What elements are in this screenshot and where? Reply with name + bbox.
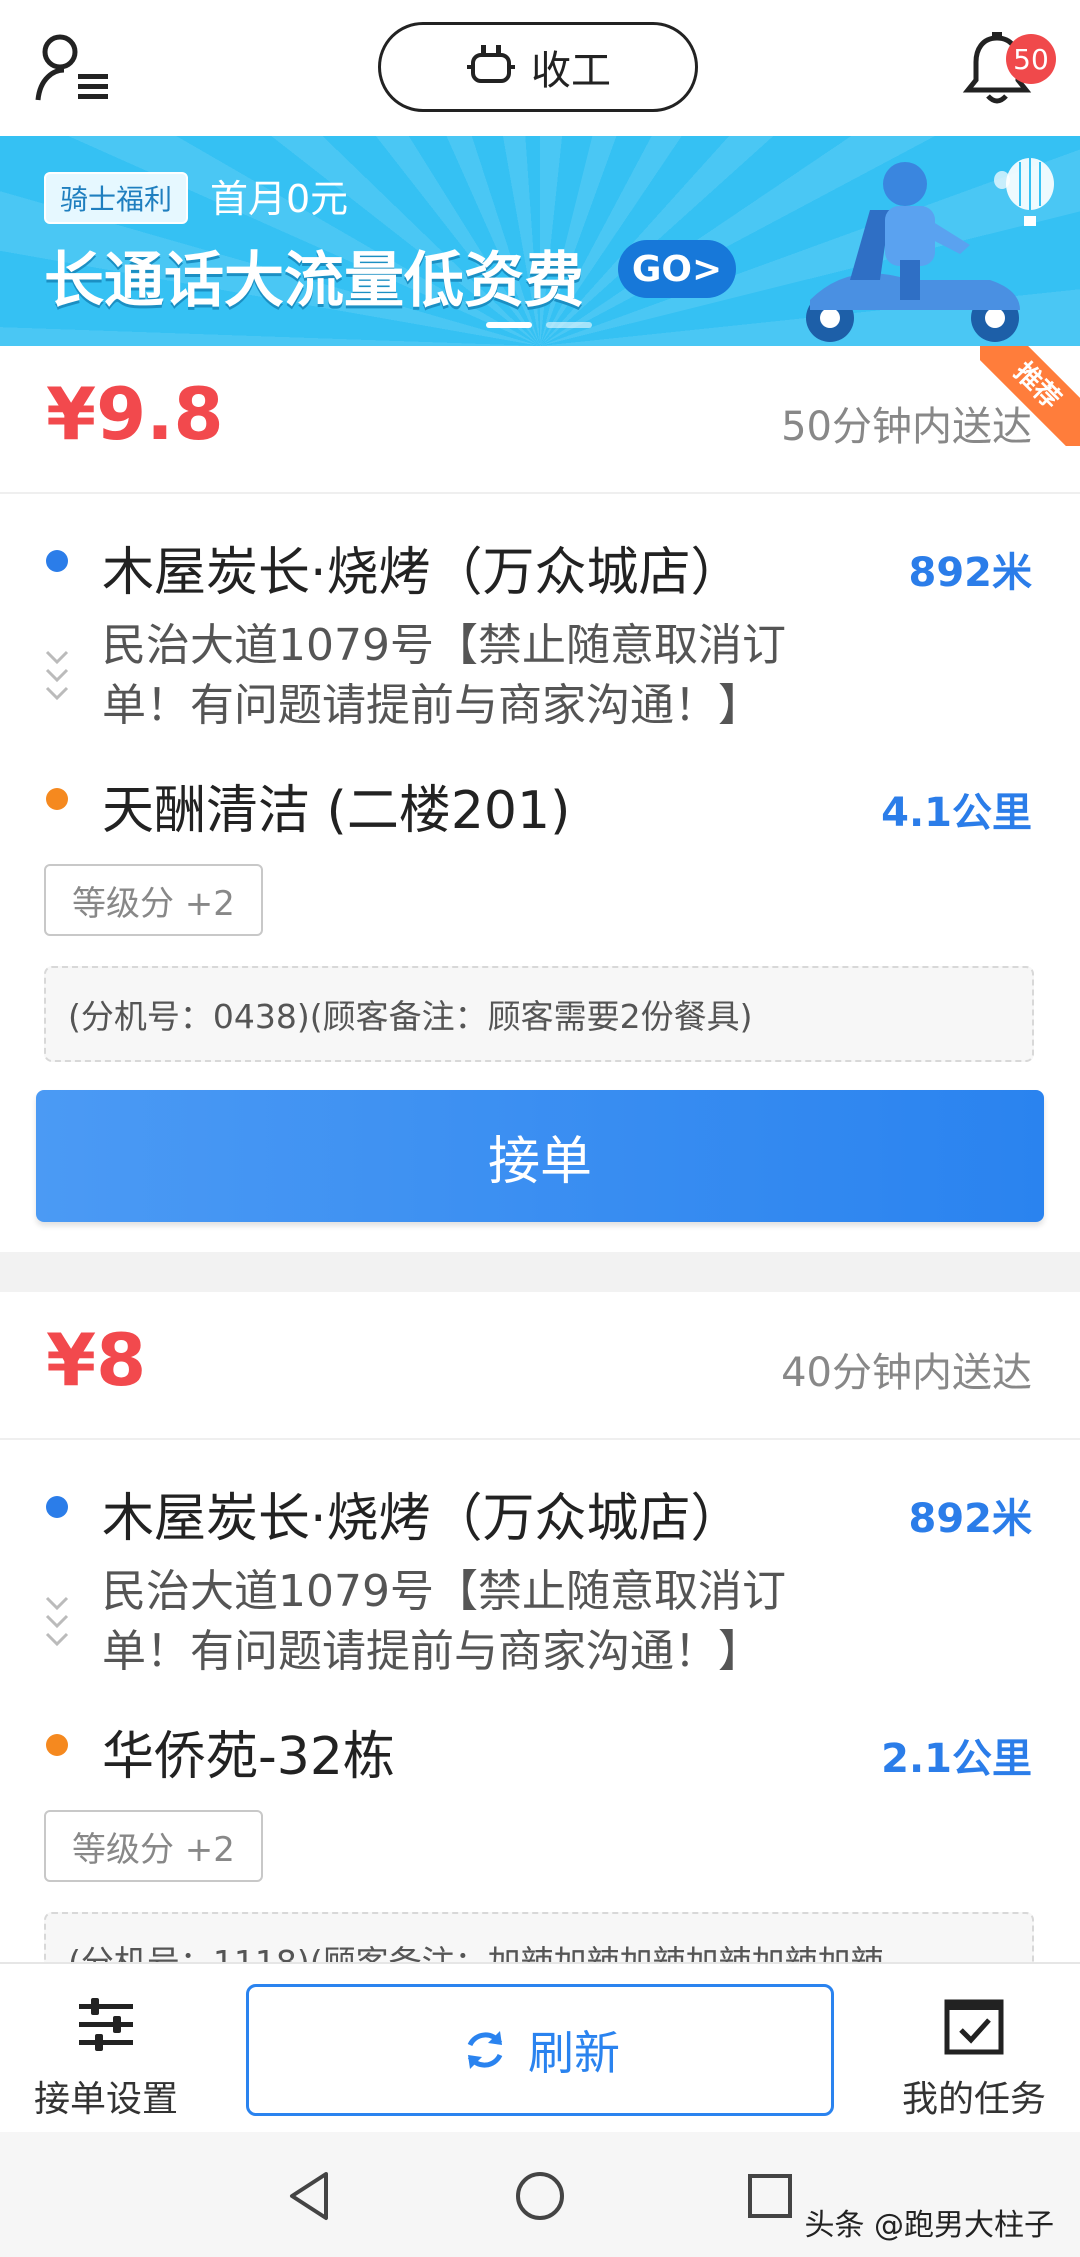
delivery-eta: 40分钟内送达 xyxy=(781,1350,1032,1396)
promo-banner[interactable]: 骑士福利 首月0元 长通话大流量低资费 GO> xyxy=(0,136,1080,346)
level-score-tag: 等级分 +2 xyxy=(44,1810,263,1882)
recommend-badge: 推荐 xyxy=(980,346,1080,446)
order-price: ¥8 xyxy=(46,1318,147,1402)
pickup-dot xyxy=(46,550,68,572)
level-score-tag: 等级分 +2 xyxy=(44,864,263,936)
banner-headline: 长通话大流量低资费 xyxy=(44,246,584,316)
banner-tag: 骑士福利 xyxy=(44,172,189,224)
banner-go-button[interactable]: GO> xyxy=(618,240,736,298)
my-tasks-tab[interactable]: 我的任务 xyxy=(874,1994,1074,2122)
pager-dot xyxy=(486,322,532,328)
shop-address: 民治大道1079号【禁止随意取消订单！有问题请提前与商家沟通！】 xyxy=(102,620,786,731)
task-check-icon xyxy=(944,1999,1004,2055)
accept-order-button[interactable]: 接单 xyxy=(36,1090,1044,1222)
chevron-down-icon xyxy=(45,650,69,701)
banner-pager xyxy=(486,322,592,328)
order-settings-label: 接单设置 xyxy=(33,2079,178,2120)
balloon-icon xyxy=(994,158,1054,226)
dropoff-dot xyxy=(46,788,68,810)
notification-badge: 50 xyxy=(1006,34,1056,84)
shop-address: 民治大道1079号【禁止随意取消订单！有问题请提前与商家沟通！】 xyxy=(102,1566,786,1677)
work-status-label: 收工 xyxy=(531,48,611,94)
pager-dot xyxy=(546,322,592,328)
bottom-action-bar: 接单设置 刷新 我的任务 xyxy=(0,1962,1080,2134)
my-tasks-label: 我的任务 xyxy=(901,2079,1046,2120)
destination-distance: 2.1公里 xyxy=(881,1736,1032,1782)
recents-icon[interactable] xyxy=(742,2168,798,2224)
order-price: ¥9.8 xyxy=(46,372,224,456)
order-settings-tab[interactable]: 接单设置 xyxy=(6,1994,206,2122)
destination: 华侨苑-32栋 xyxy=(102,1727,395,1787)
order-card[interactable]: ¥9.8 50分钟内送达 推荐 木屋炭长·烧烤（万众城店） 892米 民治大道1… xyxy=(0,346,1080,1252)
refresh-label: 刷新 xyxy=(528,2026,620,2080)
watermark: 头条 @跑男大柱子 xyxy=(804,2208,1054,2243)
plug-icon xyxy=(467,45,515,83)
pickup-dot xyxy=(46,1496,68,1518)
home-icon[interactable] xyxy=(512,2168,568,2224)
destination-distance: 4.1公里 xyxy=(881,790,1032,836)
recommend-badge-label: 推荐 xyxy=(980,346,1080,446)
sliders-icon xyxy=(79,1998,133,2051)
refresh-icon xyxy=(467,2031,503,2069)
dropoff-dot xyxy=(46,1734,68,1756)
order-note: (分机号：0438)(顾客备注：顾客需要2份餐具) xyxy=(44,966,1034,1062)
profile-menu-icon[interactable] xyxy=(34,32,114,104)
chevron-down-icon xyxy=(45,1596,69,1647)
shop-name: 木屋炭长·烧烤（万众城店） xyxy=(102,1489,743,1549)
divider xyxy=(0,492,1080,494)
shop-distance: 892米 xyxy=(908,550,1033,596)
shop-distance: 892米 xyxy=(908,1496,1033,1542)
work-status-button[interactable]: 收工 xyxy=(378,22,698,112)
refresh-button[interactable]: 刷新 xyxy=(246,1984,834,2116)
order-note: (分机号：1118)(顾客备注：加辣加辣加辣加辣加辣加辣 xyxy=(44,1912,1034,1962)
divider xyxy=(0,1438,1080,1440)
back-icon[interactable] xyxy=(282,2168,338,2224)
destination: 天酬清洁 (二楼201) xyxy=(102,781,571,841)
order-card[interactable]: ¥8 40分钟内送达 木屋炭长·烧烤（万众城店） 892米 民治大道1079号【… xyxy=(0,1292,1080,1962)
banner-subtitle: 首月0元 xyxy=(210,177,349,221)
shop-name: 木屋炭长·烧烤（万众城店） xyxy=(102,543,743,603)
top-header: 收工 50 xyxy=(0,0,1080,136)
